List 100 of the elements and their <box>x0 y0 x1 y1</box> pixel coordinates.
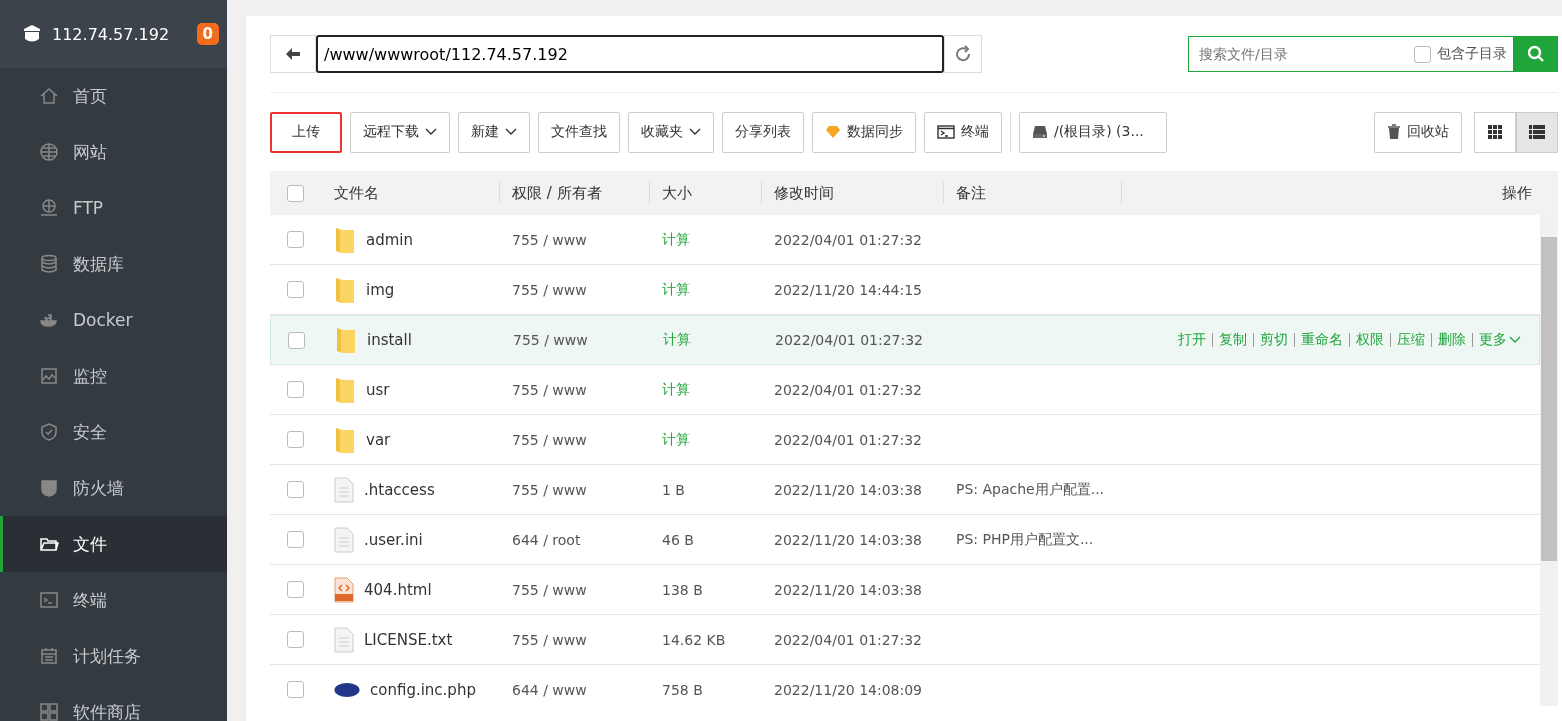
folder-icon <box>334 375 356 404</box>
row-checkbox[interactable] <box>286 681 304 698</box>
column-header[interactable]: 大小 <box>650 182 762 204</box>
sidebar-item[interactable]: FTP <box>0 180 227 236</box>
file-name[interactable]: 404.html <box>364 580 432 599</box>
file-row[interactable]: .htaccess 755 / www 1 B 2022/11/20 14:03:38 PS: Apache用户配置... <box>270 465 1540 515</box>
grid-view-button[interactable] <box>1474 111 1516 153</box>
size-cell: 14.62 KB <box>662 631 726 648</box>
file-name[interactable]: var <box>366 430 391 449</box>
sidebar-item[interactable]: 数据库 <box>0 236 227 292</box>
row-checkbox[interactable] <box>286 581 304 598</box>
column-header[interactable]: 操作 <box>1122 182 1558 204</box>
home-icon <box>39 86 59 106</box>
column-header[interactable]: 文件名 <box>320 182 500 204</box>
refresh-button[interactable] <box>944 35 982 73</box>
file-name[interactable]: install <box>367 331 412 349</box>
search-field[interactable]: 搜索文件/目录 包含子目录 <box>1188 36 1514 72</box>
search-icon <box>1527 45 1545 63</box>
server-address: 112.74.57.192 <box>52 24 171 44</box>
toolbar-button[interactable]: 数据同步 <box>812 111 916 153</box>
recycle-bin-button[interactable]: 回收站 <box>1374 111 1462 153</box>
size-cell: 1 B <box>662 481 685 498</box>
row-checkbox[interactable] <box>287 331 305 349</box>
column-header[interactable]: 备注 <box>944 182 1122 204</box>
sidebar-item[interactable]: 监控 <box>0 348 227 404</box>
sidebar-item[interactable]: 文件 <box>0 516 227 572</box>
server-logo-icon <box>22 24 42 44</box>
sidebar-item[interactable]: 终端 <box>0 572 227 628</box>
ftp-icon <box>39 198 59 218</box>
file-row[interactable]: config.inc.php 644 / www 758 B 2022/11/20 14:08:09 <box>270 665 1540 706</box>
php-file-icon <box>334 681 360 698</box>
folder-icon <box>334 275 356 304</box>
file-name[interactable]: img <box>366 280 395 299</box>
toolbar-button[interactable]: 远程下载 <box>350 111 450 153</box>
row-checkbox[interactable] <box>286 281 304 298</box>
sidebar-item[interactable]: 计划任务 <box>0 628 227 684</box>
disk-icon <box>1032 125 1048 139</box>
size-cell: 138 B <box>662 581 703 598</box>
document-icon <box>334 476 354 503</box>
list-view-button[interactable] <box>1516 111 1558 153</box>
modified-time-cell-text: 2022/11/20 14:03:38 <box>773 581 924 598</box>
folder-icon <box>334 425 356 454</box>
sidebar-item[interactable]: 首页 <box>0 68 227 124</box>
monitor-icon <box>39 366 59 386</box>
permission-cell-text: 755 / www <box>511 281 588 298</box>
caret-icon <box>505 128 517 136</box>
row-checkbox[interactable] <box>286 431 304 448</box>
left-arrow-icon <box>285 47 301 61</box>
file-name[interactable]: LICENSE.txt <box>364 630 453 649</box>
caret-icon <box>1509 336 1521 344</box>
row-checkbox[interactable] <box>286 481 304 498</box>
toolbar-button[interactable]: 分享列表 <box>722 111 804 153</box>
include-subdirectories-checkbox[interactable]: 包含子目录 <box>1414 45 1513 63</box>
folder-icon <box>335 326 357 354</box>
file-name[interactable]: .htaccess <box>364 480 435 499</box>
back-button[interactable] <box>270 35 316 73</box>
document-icon <box>334 526 354 553</box>
file-name[interactable]: usr <box>366 380 390 399</box>
toolbar-button[interactable]: /(根目录) (3... <box>1019 111 1167 153</box>
column-header[interactable]: 权限 / 所有者 <box>500 182 650 204</box>
search-button[interactable] <box>1514 36 1558 72</box>
note-cell: PS: PHP用户配置文... <box>956 530 1094 547</box>
scrollbar[interactable] <box>1540 215 1558 706</box>
sidebar-item[interactable]: 网站 <box>0 124 227 180</box>
row-checkbox[interactable] <box>286 631 304 648</box>
file-row[interactable]: 404.html 755 / www 138 B 2022/11/20 14:03:38 <box>270 565 1540 615</box>
row-checkbox[interactable] <box>286 531 304 548</box>
toolbar-button[interactable]: 新建 <box>458 111 530 153</box>
toolbar-button[interactable]: 文件查找 <box>538 111 620 153</box>
file-row[interactable]: install 755 / www 计算 2022/04/01 01:27:32 打开 复制 剪切 重命名 权限 压缩 删除 更多 <box>270 315 1540 365</box>
sidebar-item[interactable]: 防火墙 <box>0 460 227 516</box>
file-row[interactable]: usr 755 / www 计算 2022/04/01 01:27:32 <box>270 365 1540 415</box>
file-row[interactable]: LICENSE.txt 755 / www 14.62 KB 2022/04/01 01:27:32 <box>270 615 1540 665</box>
permission-cell-text: 755 / www <box>511 231 588 248</box>
html-file-icon <box>334 576 354 603</box>
file-name[interactable]: config.inc.php <box>370 680 476 699</box>
shield-icon <box>39 422 59 442</box>
list-icon <box>1529 125 1545 139</box>
modified-time-cell-text: 2022/11/20 14:03:38 <box>773 481 924 498</box>
file-row[interactable]: admin 755 / www 计算 2022/04/01 01:27:32 <box>270 215 1540 265</box>
column-header[interactable]: 修改时间 <box>762 182 944 204</box>
scrollbar-thumb[interactable] <box>1541 237 1557 561</box>
sidebar-item[interactable]: 安全 <box>0 404 227 460</box>
file-name[interactable]: admin <box>366 230 413 249</box>
size-cell: 46 B <box>662 531 694 548</box>
apps-icon <box>39 702 59 721</box>
select-all-checkbox[interactable] <box>286 184 304 202</box>
path-field[interactable]: /www/wwwroot/112.74.57.192 <box>316 35 944 73</box>
row-checkbox[interactable] <box>286 231 304 248</box>
file-name[interactable]: .user.ini <box>364 530 423 549</box>
sidebar-item[interactable]: Docker <box>0 292 227 348</box>
modified-time-cell-text: 2022/11/20 14:44:15 <box>773 281 924 298</box>
file-row[interactable]: .user.ini 644 / root 46 B 2022/11/20 14:03:38 PS: PHP用户配置文... <box>270 515 1540 565</box>
sidebar-item[interactable]: 软件商店 <box>0 684 227 721</box>
toolbar-button[interactable]: 终端 <box>924 111 1002 153</box>
toolbar-button[interactable]: 收藏夹 <box>628 111 714 153</box>
row-checkbox[interactable] <box>286 381 304 398</box>
permission-cell-text: 755 / www <box>512 332 589 348</box>
toolbar-button[interactable]: 上传 <box>270 111 342 153</box>
file-row[interactable]: var 755 / www 计算 2022/04/01 01:27:32 <box>270 415 1540 465</box>
